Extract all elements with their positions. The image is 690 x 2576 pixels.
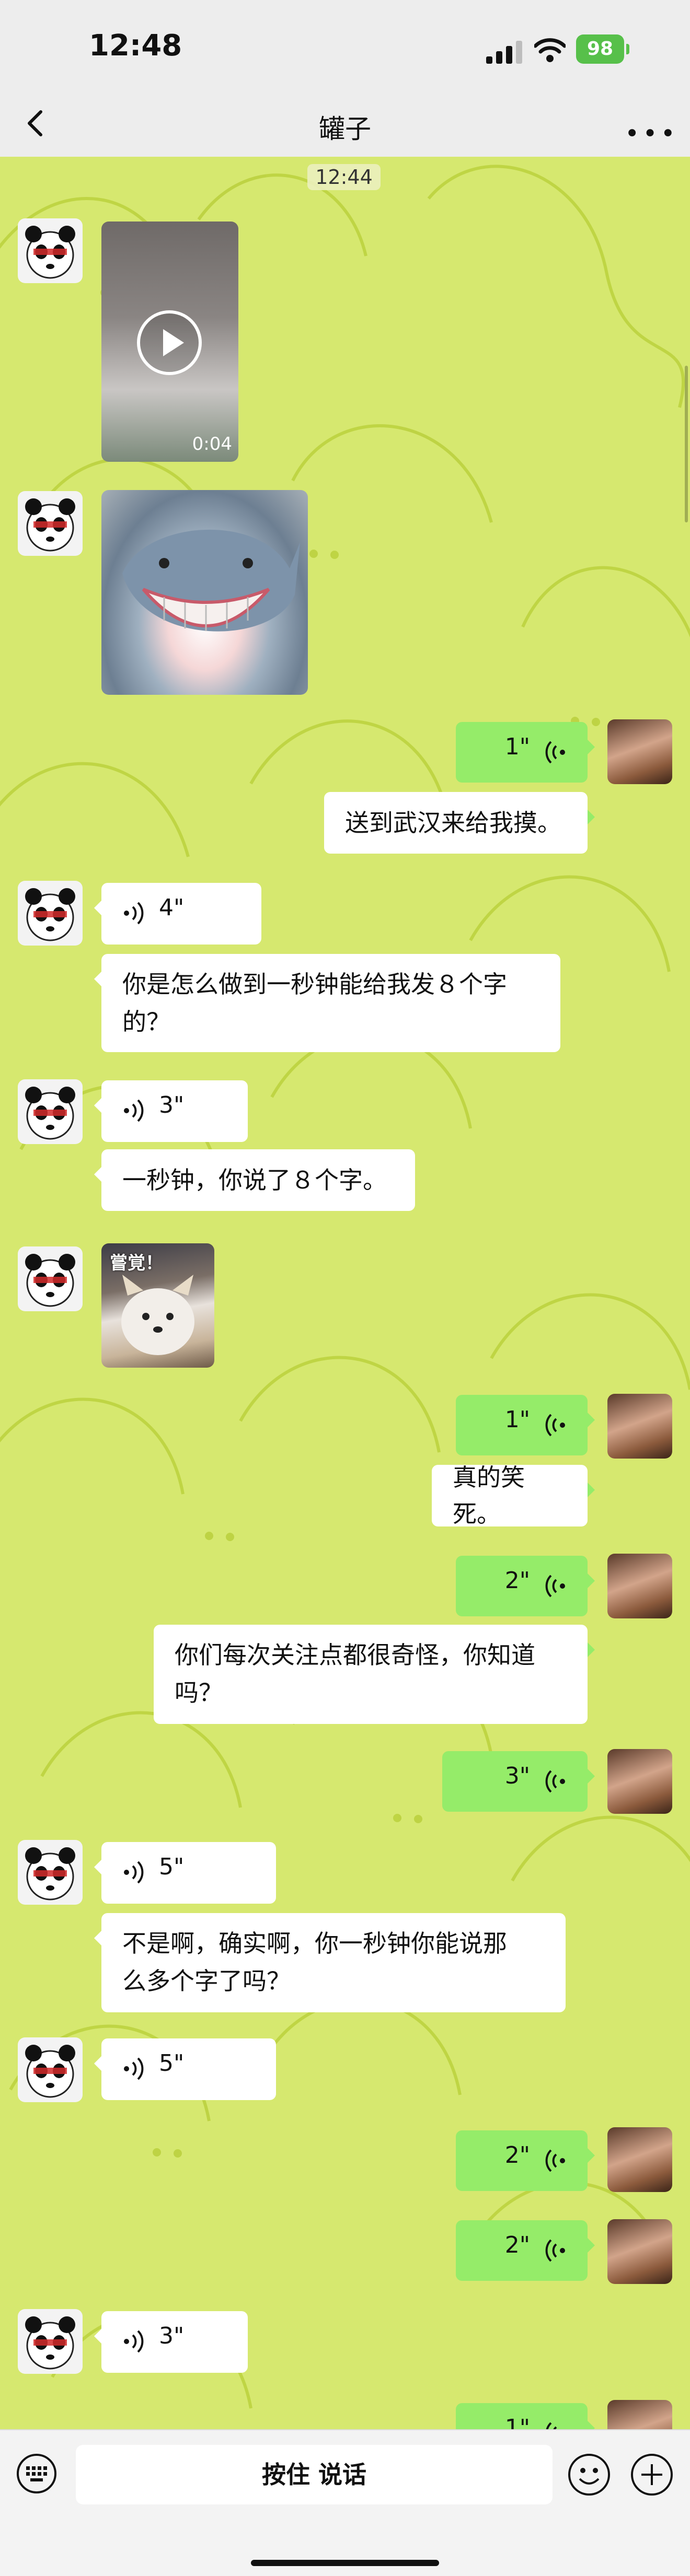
wifi-icon: [534, 38, 566, 62]
contact-avatar[interactable]: [18, 1840, 83, 1905]
my-avatar[interactable]: [607, 1554, 672, 1618]
voice-message[interactable]: 2": [456, 1556, 595, 1616]
status-time: 12:48: [89, 29, 182, 63]
keyboard-icon[interactable]: [16, 2453, 58, 2495]
voice-wave-icon: [124, 2057, 144, 2080]
voice-wave-icon: [124, 1099, 144, 1122]
voice-duration: 3": [159, 1092, 185, 1118]
message-text: 送到武汉来给我摸。: [345, 809, 561, 837]
image-caption: 嘗覚！: [110, 1253, 163, 1274]
message-timestamp: 12:44: [307, 164, 381, 190]
my-avatar[interactable]: [607, 719, 672, 784]
voice-wave-icon: [545, 1575, 565, 1598]
message-text-line: 的？: [122, 1008, 170, 1036]
more-options-icon[interactable]: •••: [625, 119, 678, 148]
voice-duration: 5": [159, 2050, 185, 2077]
voice-wave-icon: [124, 2330, 144, 2353]
voice-duration: 3": [504, 1763, 530, 1789]
text-message[interactable]: 你们每次关注点都很奇怪，你知道 吗？: [154, 1625, 595, 1724]
voice-wave-icon: [545, 2149, 565, 2172]
image-message-dog[interactable]: 嘗覚！: [101, 1243, 214, 1368]
panda-avatar-icon: [25, 498, 75, 552]
panda-avatar-icon: [25, 888, 75, 941]
voice-duration: 2": [504, 1567, 530, 1594]
voice-duration: 1": [504, 1406, 530, 1433]
voice-wave-icon: [124, 1861, 144, 1884]
play-icon[interactable]: [137, 310, 202, 375]
voice-message[interactable]: 1": [456, 722, 595, 783]
contact-avatar[interactable]: [18, 1079, 83, 1144]
text-message[interactable]: 送到武汉来给我摸。: [324, 792, 595, 854]
voice-duration: 2": [504, 2232, 530, 2258]
my-avatar[interactable]: [607, 2219, 672, 2284]
panda-avatar-icon: [25, 226, 75, 279]
voice-wave-icon: [545, 1414, 565, 1437]
voice-wave-icon: [545, 2239, 565, 2262]
chat-screen: 12:48 98 罐子 ••• 12:44 0:04 1" 送到武汉来给我摸。 …: [0, 0, 690, 2576]
contact-avatar[interactable]: [18, 2037, 83, 2102]
chat-title: 罐子: [319, 114, 371, 144]
voice-duration: 5": [159, 1854, 185, 1880]
message-text-line: 不是啊，确实啊，你一秒钟你能说那: [122, 1929, 507, 1957]
message-text-line: 你是怎么做到一秒钟能给我发８个字: [122, 970, 507, 998]
panda-avatar-icon: [25, 2316, 75, 2370]
voice-message[interactable]: 5": [94, 2038, 276, 2100]
contact-avatar[interactable]: [18, 1246, 83, 1311]
emoji-icon[interactable]: [567, 2453, 611, 2497]
voice-message[interactable]: 3": [94, 2311, 248, 2373]
voice-wave-icon: [124, 902, 144, 925]
text-message[interactable]: 真的笑死。: [432, 1463, 595, 1528]
contact-avatar[interactable]: [18, 2309, 83, 2374]
voice-duration: 3": [159, 2323, 185, 2349]
my-avatar[interactable]: [607, 1394, 672, 1459]
voice-message[interactable]: 1": [456, 1395, 595, 1455]
message-text-line: 吗？: [175, 1679, 223, 1707]
panda-avatar-icon: [25, 1847, 75, 1901]
contact-avatar[interactable]: [18, 881, 83, 946]
panda-avatar-icon: [25, 1087, 75, 1140]
message-text-line: 么多个字了吗？: [122, 1967, 291, 1995]
voice-message[interactable]: 2": [456, 2130, 595, 2191]
video-message[interactable]: 0:04: [101, 222, 238, 462]
my-avatar[interactable]: [607, 2127, 672, 2192]
text-message[interactable]: 一秒钟，你说了８个字。: [94, 1149, 415, 1211]
message-text: 真的笑死。: [453, 1463, 525, 1528]
voice-message[interactable]: 2": [456, 2220, 595, 2281]
panda-avatar-icon: [25, 1254, 75, 1307]
contact-avatar[interactable]: [18, 491, 83, 556]
video-duration: 0:04: [192, 434, 232, 454]
battery-indicator: 98: [576, 34, 629, 64]
shark-picture: [122, 529, 300, 632]
voice-message[interactable]: 3": [442, 1751, 595, 1812]
message-text: 一秒钟，你说了８个字。: [122, 1166, 387, 1194]
image-message-shark[interactable]: [101, 490, 308, 695]
my-avatar[interactable]: [607, 1749, 672, 1814]
text-message[interactable]: 你是怎么做到一秒钟能给我发８个字 的？: [94, 954, 560, 1052]
text-message[interactable]: 不是啊，确实啊，你一秒钟你能说那 么多个字了吗？: [94, 1913, 566, 2012]
voice-message[interactable]: 5": [94, 1842, 276, 1904]
voice-duration: 1": [504, 733, 530, 760]
message-text-line: 你们每次关注点都很奇怪，你知道: [175, 1641, 535, 1669]
voice-wave-icon: [545, 1770, 565, 1793]
hold-to-talk-button[interactable]: 按住 说话: [76, 2445, 553, 2504]
scrollbar[interactable]: [685, 366, 688, 522]
voice-message[interactable]: 4": [94, 883, 261, 945]
voice-duration: 2": [504, 2142, 530, 2169]
add-more-icon[interactable]: [630, 2453, 674, 2497]
voice-message[interactable]: 3": [94, 1080, 248, 1142]
cellular-signal-icon: [486, 41, 522, 64]
contact-avatar[interactable]: [18, 218, 83, 283]
voice-wave-icon: [545, 741, 565, 764]
home-indicator: [251, 2560, 439, 2566]
voice-duration: 4": [159, 894, 185, 921]
panda-avatar-icon: [25, 2045, 75, 2098]
